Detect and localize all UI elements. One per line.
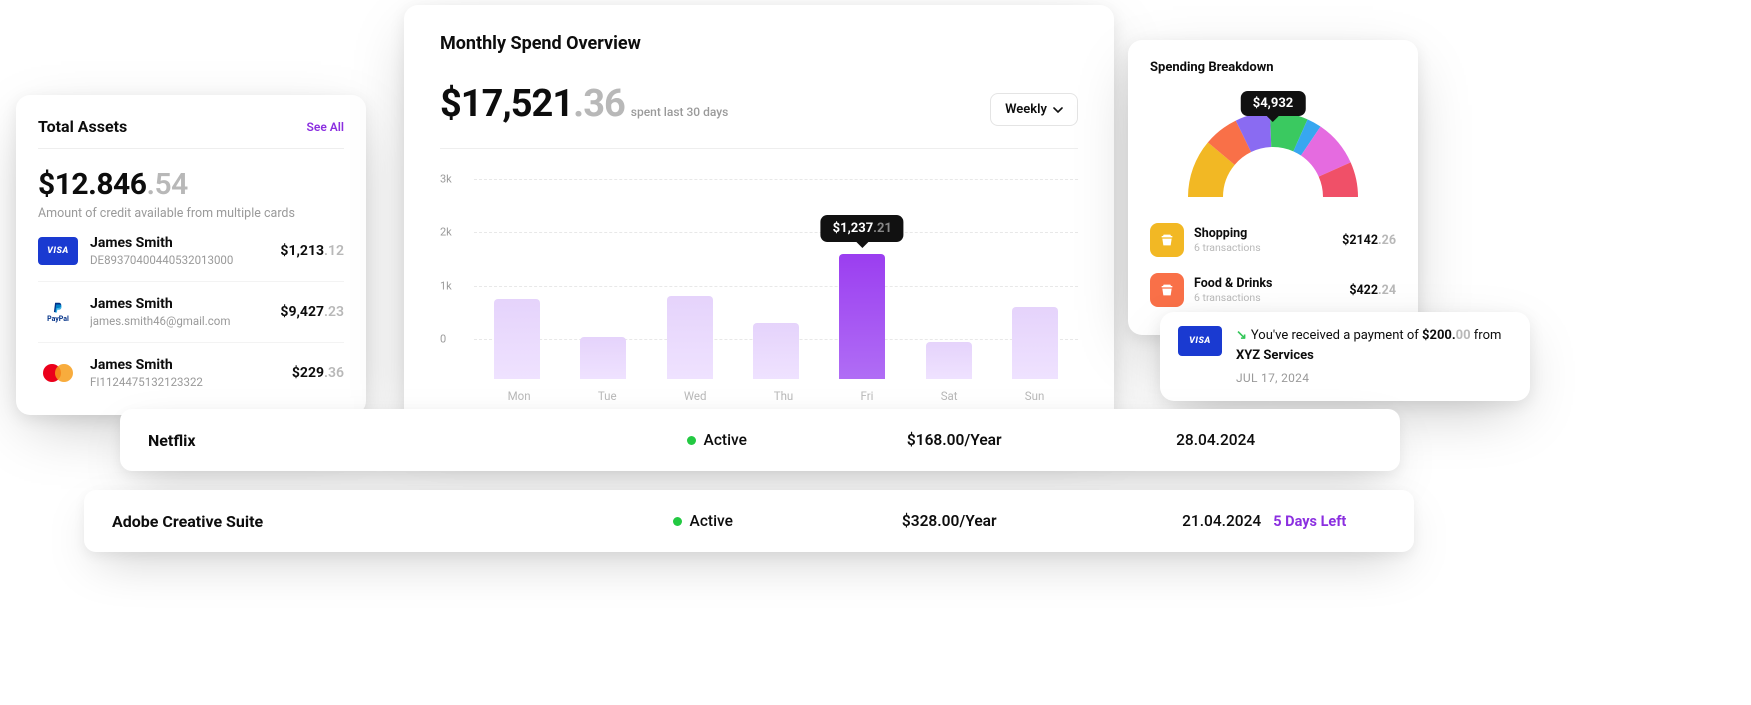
total-assets-title: Total Assets [38, 117, 127, 136]
chart-bar[interactable] [753, 323, 799, 379]
subscription-date: 28.04.2024 [1176, 431, 1255, 449]
date-label: 21.04.2024 [1182, 512, 1261, 530]
breakdown-gauge: $4,932 [1173, 97, 1373, 207]
notif-amt-dec: 00 [1456, 328, 1471, 343]
account-name: James Smith [90, 235, 268, 251]
chart-bar[interactable]: $1,237.21 [839, 254, 885, 379]
category-amount: $422.24 [1349, 283, 1396, 298]
x-axis-label: Sun [1025, 389, 1045, 403]
account-row[interactable]: VISA James Smith DE89370400440532013000 $… [38, 221, 344, 281]
x-axis-label: Mon [508, 389, 531, 403]
total-assets-card: Total Assets See All $12.846.54 Amount o… [16, 95, 366, 415]
notification-date: JUL 17, 2024 [1236, 369, 1512, 387]
total-assets-amount: $12.846.54 [38, 167, 344, 202]
total-assets-subtitle: Amount of credit available from multiple… [38, 206, 344, 221]
subscription-price: $168.00/Year [907, 431, 1176, 449]
chart-bar[interactable] [580, 337, 626, 379]
status-dot-icon [673, 517, 682, 526]
paypal-icon: PayPal [38, 298, 78, 326]
notification-text: ↘ You've received a payment of $200.00 fr… [1236, 326, 1512, 365]
x-axis-label: Fri [861, 389, 874, 403]
spend-chart: 3k2k1k0 $1,237.21 [440, 179, 1078, 379]
notif-from: XYZ Services [1236, 348, 1314, 363]
visa-icon: VISA [38, 237, 78, 265]
date-label: 28.04.2024 [1176, 431, 1255, 449]
subscription-row[interactable]: Netflix Active $168.00/Year 28.04.2024 [120, 409, 1400, 471]
account-detail: FI1124475132123322 [90, 375, 280, 389]
x-axis-label: Tue [598, 389, 617, 403]
y-axis-label: 3k [440, 173, 452, 186]
notif-amt-main: $200. [1422, 328, 1456, 343]
status-label: Active [690, 512, 733, 530]
category-icon [1150, 273, 1184, 307]
category-name: Shopping [1194, 226, 1332, 241]
days-left-badge: 5 Days Left [1273, 513, 1346, 530]
subscription-date: 21.04.2024 5 Days Left [1182, 512, 1346, 530]
subscription-name: Adobe Creative Suite [112, 512, 673, 531]
category-sub: 6 transactions [1194, 291, 1339, 304]
category-name: Food & Drinks [1194, 276, 1339, 291]
y-axis-label: 1k [440, 279, 452, 292]
y-axis-label: 2k [440, 226, 452, 239]
total-assets-amount-dec: .54 [146, 167, 187, 202]
account-name: James Smith [90, 357, 280, 373]
chart-bars: $1,237.21 [474, 219, 1078, 379]
spending-breakdown-card: Spending Breakdown $4,932 Shopping6 tran… [1128, 40, 1418, 335]
account-row[interactable]: PayPal James Smith james.smith46@gmail.co… [38, 281, 344, 342]
gauge-tooltip: $4,932 [1241, 91, 1306, 116]
x-axis-label: Sat [941, 389, 958, 403]
subscription-name: Netflix [148, 431, 687, 450]
subscription-status: Active [673, 512, 902, 530]
period-dropdown-label: Weekly [1005, 102, 1047, 117]
see-all-link[interactable]: See All [307, 120, 344, 134]
subscription-price: $328.00/Year [902, 512, 1182, 530]
account-amount: $229.36 [292, 365, 344, 381]
category-sub: 6 transactions [1194, 241, 1332, 254]
chart-bar[interactable] [926, 342, 972, 379]
visa-icon: VISA [1178, 326, 1222, 356]
period-dropdown[interactable]: Weekly [990, 93, 1078, 126]
monthly-spend-amount: $17,521.36 spent last 30 days [440, 82, 728, 126]
subscription-status: Active [687, 431, 907, 449]
x-axis-label: Wed [684, 389, 707, 403]
account-name: James Smith [90, 296, 268, 312]
arrow-down-right-icon: ↘ [1236, 326, 1247, 346]
account-amount: $9,427.23 [280, 304, 344, 320]
monthly-spend-amount-main: $17,521 [440, 82, 573, 126]
notif-mid: from [1471, 328, 1502, 343]
monthly-spend-title: Monthly Spend Overview [440, 33, 1078, 54]
account-detail: DE89370400440532013000 [90, 253, 268, 267]
chart-tooltip: $1,237.21 [821, 215, 904, 242]
notif-pre: You've received a payment of [1251, 328, 1422, 343]
category-row[interactable]: Food & Drinks6 transactions $422.24 [1150, 265, 1396, 315]
category-row[interactable]: Shopping6 transactions $2142.26 [1150, 215, 1396, 265]
chart-bar[interactable] [1012, 307, 1058, 379]
total-assets-amount-main: $12.846 [38, 167, 146, 202]
status-label: Active [704, 431, 747, 449]
y-axis-label: 0 [440, 333, 446, 346]
chart-bar[interactable] [667, 296, 713, 379]
account-row[interactable]: James Smith FI1124475132123322 $229.36 [38, 342, 344, 403]
mc-icon [38, 359, 78, 387]
monthly-spend-amount-dec: .36 [573, 82, 625, 126]
x-axis-label: Thu [774, 389, 794, 403]
account-detail: james.smith46@gmail.com [90, 314, 268, 328]
status-dot-icon [687, 436, 696, 445]
monthly-spend-note: spent last 30 days [631, 105, 729, 119]
chart-bar[interactable] [494, 299, 540, 379]
category-amount: $2142.26 [1342, 233, 1396, 248]
monthly-spend-card: Monthly Spend Overview $17,521.36 spent l… [404, 5, 1114, 423]
category-icon [1150, 223, 1184, 257]
chevron-down-icon [1053, 105, 1063, 115]
subscription-row[interactable]: Adobe Creative Suite Active $328.00/Year… [84, 490, 1414, 552]
account-amount: $1,213.12 [280, 243, 344, 259]
breakdown-title: Spending Breakdown [1150, 60, 1396, 75]
payment-notification: VISA ↘ You've received a payment of $200.… [1160, 312, 1530, 401]
